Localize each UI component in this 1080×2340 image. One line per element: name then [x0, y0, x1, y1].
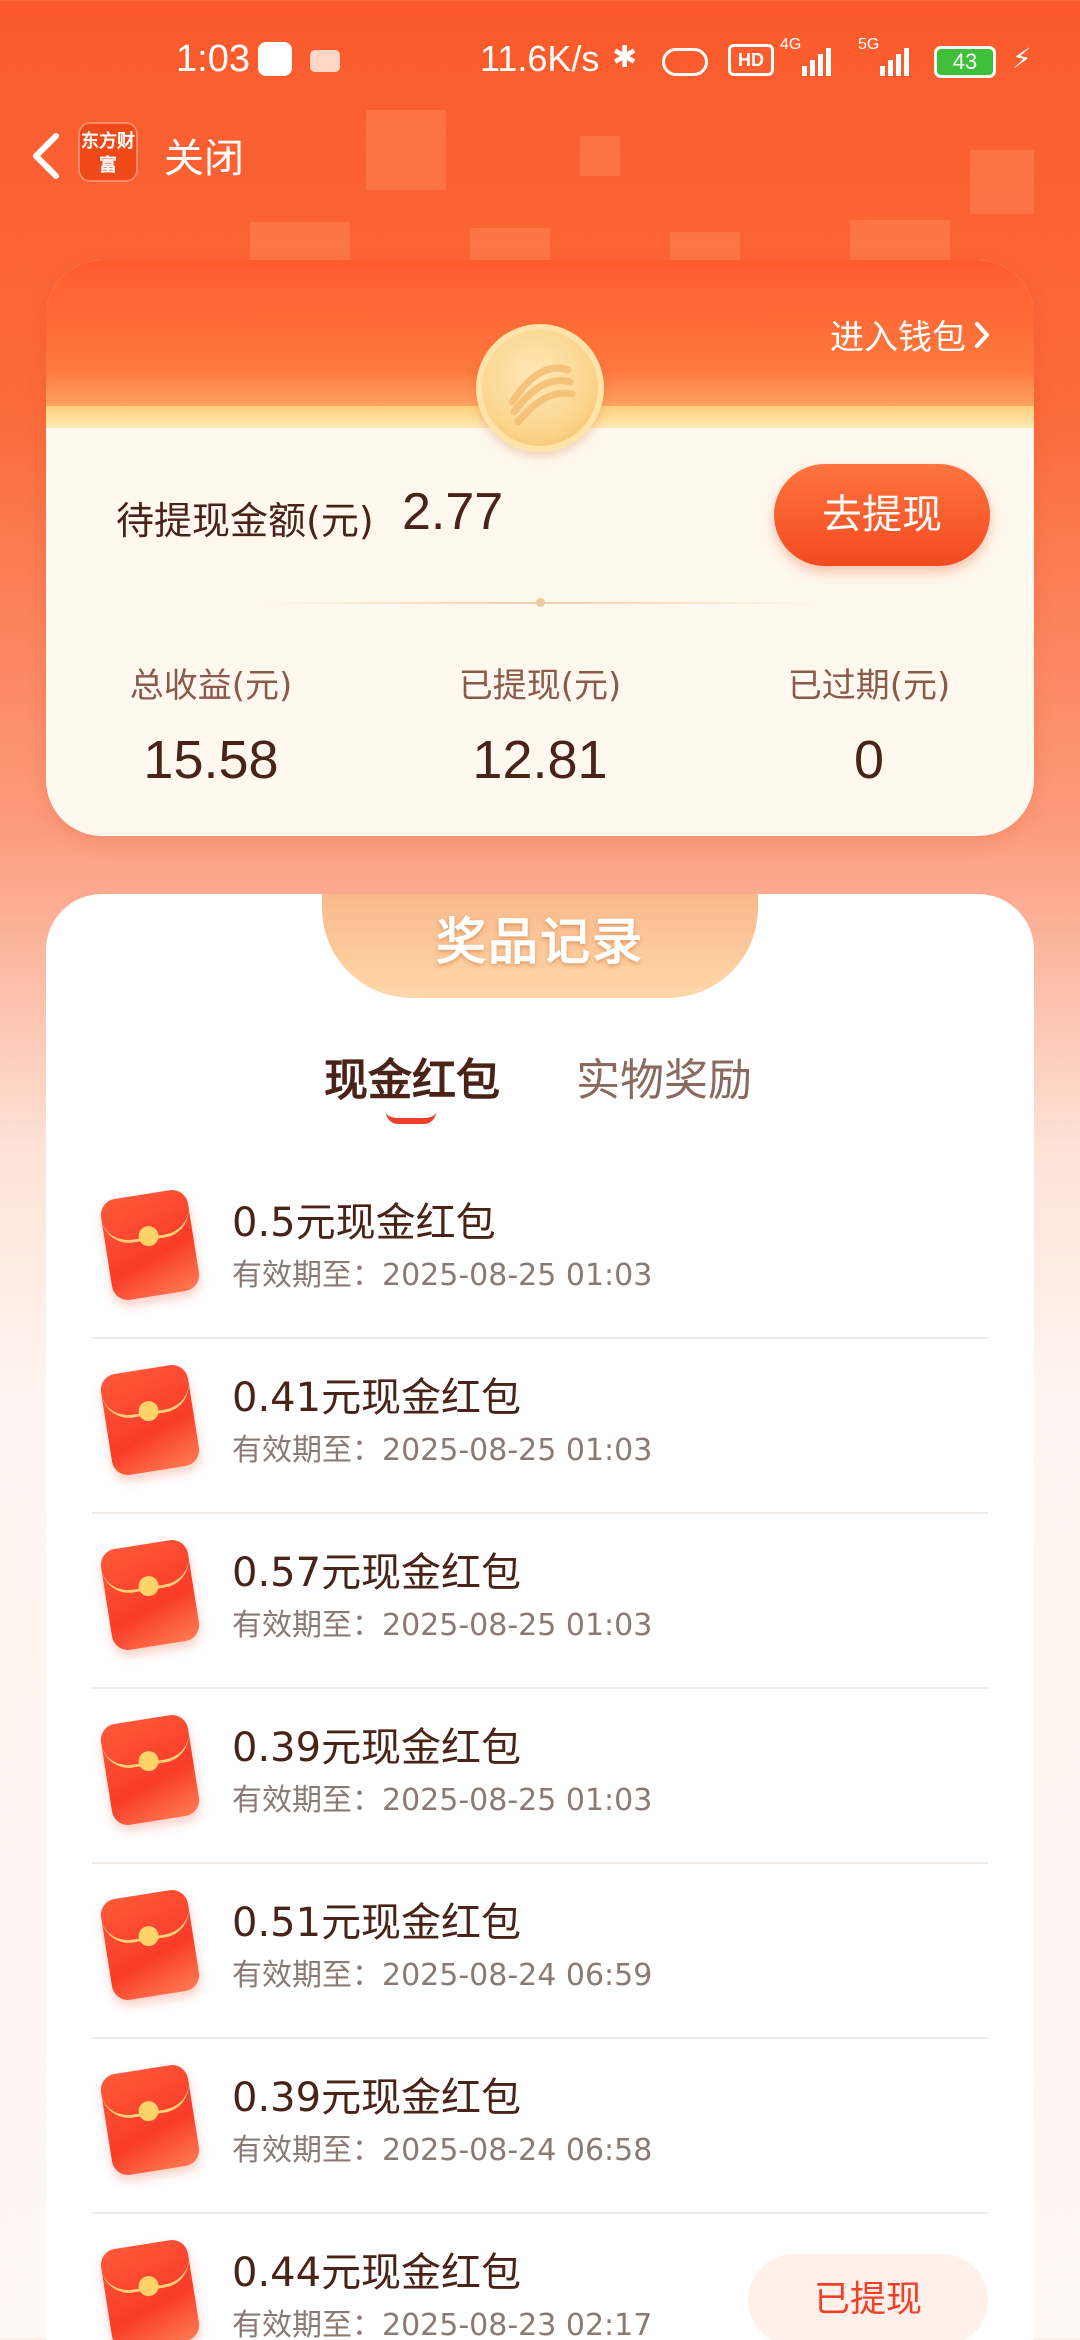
item-title: 0.57元现金红包 — [232, 1550, 522, 1596]
stat-value: 12.81 — [472, 730, 608, 790]
red-envelope-icon — [98, 1537, 202, 1653]
item-expiry: 有效期至：2025-08-25 01:03 — [232, 1783, 653, 1818]
list-item[interactable]: 0.44元现金红包 有效期至：2025-08-23 02:17 已提现 — [92, 2214, 988, 2340]
battery-icon: 43 — [934, 46, 996, 78]
medal-icon — [476, 324, 604, 452]
item-title: 0.39元现金红包 — [232, 1725, 522, 1771]
tab-physical-rewards[interactable]: 实物奖励 — [576, 1044, 752, 1108]
stat-value: 15.58 — [143, 730, 279, 790]
hd-icon: HD — [728, 44, 774, 76]
tab-active-indicator — [386, 1112, 436, 1124]
stat-value: 0 — [853, 730, 885, 790]
list-item[interactable]: 0.39元现金红包 有效期至：2025-08-25 01:03 — [92, 1689, 988, 1864]
withdrawn-status-button[interactable]: 已提现 — [748, 2254, 988, 2340]
link-icon — [662, 48, 708, 76]
item-expiry: 有效期至：2025-08-24 06:59 — [232, 1958, 653, 1993]
stat-total-earnings: 总收益(元) 15.58 — [46, 658, 376, 791]
red-envelope-icon — [98, 1187, 202, 1303]
bg-decoration — [850, 220, 950, 262]
red-envelope-icon — [98, 2237, 202, 2340]
video-notification-icon — [310, 50, 340, 72]
network-type-2: 5G — [858, 36, 880, 53]
enter-wallet-link[interactable]: 进入钱包 — [830, 310, 992, 359]
enter-wallet-label: 进入钱包 — [830, 318, 966, 358]
withdraw-button[interactable]: 去提现 — [774, 464, 990, 566]
stat-label: 已提现(元) — [458, 666, 622, 706]
network-speed: 11.6K/s — [480, 38, 600, 79]
item-title: 0.39元现金红包 — [232, 2075, 522, 2121]
red-envelope-icon — [98, 2062, 202, 2178]
network-type-1: 4G — [780, 36, 802, 53]
bluetooth-icon: ✱ — [612, 40, 638, 75]
stat-withdrawn: 已提现(元) 12.81 — [375, 658, 705, 791]
red-envelope-icon — [98, 1362, 202, 1478]
brand-logo: 东方财富 — [78, 122, 138, 182]
item-title: 0.41元现金红包 — [232, 1375, 522, 1421]
item-expiry: 有效期至：2025-08-23 02:17 — [232, 2308, 653, 2340]
stat-expired: 已过期(元) 0 — [704, 658, 1034, 791]
records-title: 奖品记录 — [322, 894, 758, 998]
status-time: 1:03 — [176, 38, 250, 80]
bg-decoration — [470, 228, 550, 262]
list-item[interactable]: 0.51元现金红包 有效期至：2025-08-24 06:59 — [92, 1864, 988, 2039]
list-item[interactable]: 0.57元现金红包 有效期至：2025-08-25 01:03 — [92, 1514, 988, 1689]
bg-decoration — [670, 232, 740, 262]
charging-icon: ⚡ — [1012, 42, 1032, 75]
stat-label: 已过期(元) — [787, 666, 951, 706]
signal-icon — [880, 40, 909, 76]
stat-label: 总收益(元) — [129, 666, 293, 706]
list-item[interactable]: 0.41元现金红包 有效期至：2025-08-25 01:03 — [92, 1339, 988, 1514]
list-item[interactable]: 0.5元现金红包 有效期至：2025-08-25 01:03 — [92, 1164, 988, 1339]
signal-icon — [802, 40, 831, 76]
wallet-card: 进入钱包 待提现金额(元) 2.77 去提现 总收益(元) 15.58 已提现(… — [46, 260, 1034, 836]
app-notification-icon — [258, 42, 292, 76]
close-button[interactable]: 关闭 — [164, 126, 244, 184]
records-list: 0.5元现金红包 有效期至：2025-08-25 01:03 0.41元现金红包… — [92, 1164, 988, 2340]
pending-amount-value: 2.77 — [402, 483, 504, 541]
item-title: 0.5元现金红包 — [232, 1200, 496, 1246]
red-envelope-icon — [98, 1712, 202, 1828]
item-expiry: 有效期至：2025-08-25 01:03 — [232, 1608, 653, 1643]
item-expiry: 有效期至：2025-08-24 06:58 — [232, 2133, 653, 2168]
pending-amount-label: 待提现金额(元) — [116, 499, 374, 543]
tab-cash-red-packet[interactable]: 现金红包 — [324, 1044, 500, 1108]
prize-records-panel: 奖品记录 现金红包 实物奖励 0.5元现金红包 有效期至：2025-08-25 … — [46, 894, 1034, 2340]
chevron-right-icon — [975, 321, 989, 348]
nav-bar: 东方财富 关闭 — [0, 110, 1080, 200]
item-title: 0.44元现金红包 — [232, 2250, 522, 2296]
bg-decoration — [250, 222, 350, 262]
back-icon[interactable] — [24, 128, 74, 184]
item-title: 0.51元现金红包 — [232, 1900, 522, 1946]
red-envelope-icon — [98, 1887, 202, 2003]
item-expiry: 有效期至：2025-08-25 01:03 — [232, 1258, 653, 1293]
divider-dot — [536, 598, 545, 607]
list-item[interactable]: 0.39元现金红包 有效期至：2025-08-24 06:58 — [92, 2039, 988, 2214]
item-expiry: 有效期至：2025-08-25 01:03 — [232, 1433, 653, 1468]
status-bar: 1:03 11.6K/s ✱ HD 4G 5G 43 ⚡ — [0, 0, 1080, 120]
